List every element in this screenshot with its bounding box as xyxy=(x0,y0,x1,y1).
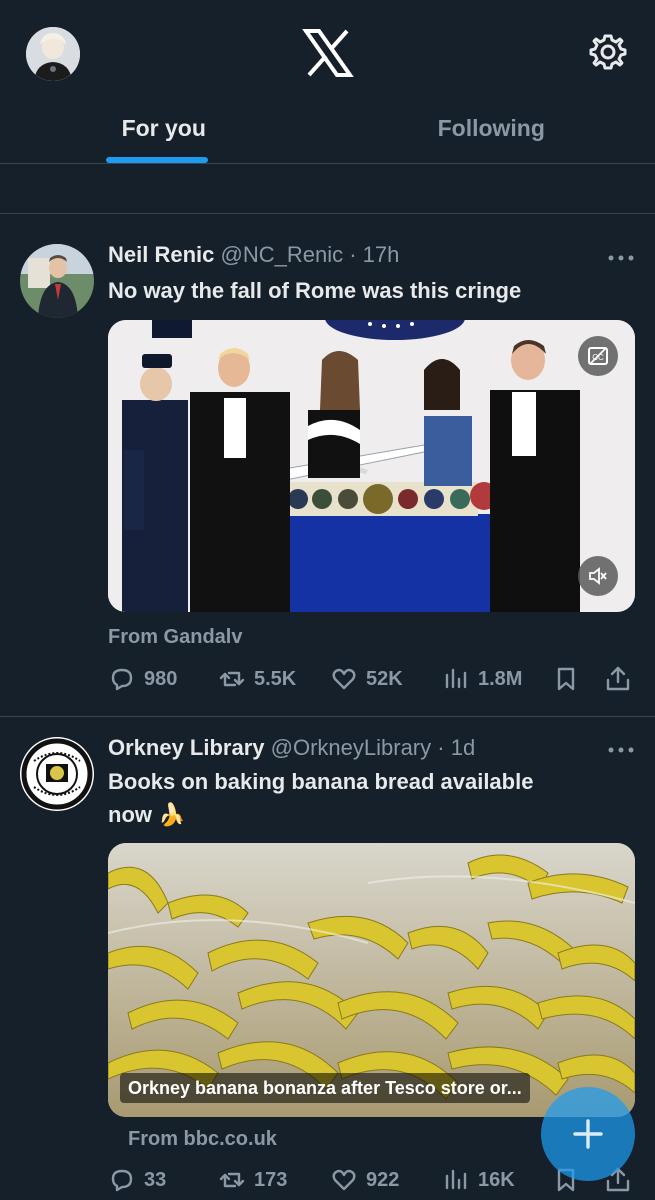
heart-icon xyxy=(332,1169,356,1191)
tweet-time[interactable]: 1d xyxy=(451,735,475,760)
tab-following-label: Following xyxy=(437,114,545,141)
bookmark-button[interactable] xyxy=(552,662,580,696)
repost-icon xyxy=(219,671,245,687)
reply-count: 980 xyxy=(144,667,178,690)
author-avatar[interactable] xyxy=(20,737,94,811)
separator-dot: · xyxy=(437,735,445,760)
tweet-text: No way the fall of Rome was this cringe xyxy=(108,278,522,303)
x-logo-icon[interactable] xyxy=(300,28,356,78)
bookmark-icon xyxy=(557,667,575,691)
mute-icon[interactable] xyxy=(578,556,618,596)
tweet[interactable]: Neil Renic @NC_Renic · 17h No way the fa… xyxy=(0,214,655,716)
heart-icon xyxy=(332,668,356,690)
tweet-actions: 980 5.5K 52K 1.8M xyxy=(108,662,635,696)
profile-avatar[interactable] xyxy=(26,27,80,81)
author-handle[interactable]: @OrkneyLibrary xyxy=(271,735,432,760)
tweet-text-line: now 🍌 xyxy=(108,802,186,827)
like-count: 922 xyxy=(366,1168,400,1191)
tab-for-you-label: For you xyxy=(121,114,206,141)
tweet-text-line: Books on baking banana bread available xyxy=(108,769,534,794)
views-count: 16K xyxy=(478,1168,515,1191)
source-attribution[interactable]: From bbc.co.uk xyxy=(128,1128,277,1151)
author-handle[interactable]: @NC_Renic xyxy=(221,242,344,267)
share-icon xyxy=(606,666,630,691)
reply-button[interactable]: 33 xyxy=(108,1163,166,1197)
like-button[interactable]: 52K xyxy=(330,662,403,696)
views-count: 1.8M xyxy=(478,667,523,690)
repost-count: 5.5K xyxy=(254,667,297,690)
link-card-caption: Orkney banana bonanza after Tesco store … xyxy=(120,1073,530,1103)
separator-dot: · xyxy=(349,242,357,267)
captions-icon[interactable]: CC xyxy=(578,336,618,376)
tweet-header: Neil Renic @NC_Renic · 17h xyxy=(108,242,399,268)
repost-button[interactable]: 173 xyxy=(218,1163,287,1197)
views-button[interactable]: 1.8M xyxy=(442,662,522,696)
views-icon xyxy=(445,668,467,689)
plus-icon xyxy=(573,1119,603,1149)
more-options-icon[interactable] xyxy=(606,251,636,265)
link-card[interactable]: Orkney banana bonanza after Tesco store … xyxy=(108,843,635,1117)
like-button[interactable]: 922 xyxy=(330,1163,399,1197)
top-bar: For you Following xyxy=(0,0,655,164)
source-attribution[interactable]: From Gandalv xyxy=(108,626,242,649)
author-name[interactable]: Neil Renic xyxy=(108,242,214,267)
tab-for-you[interactable]: For you xyxy=(0,92,328,164)
reply-count: 33 xyxy=(144,1168,167,1191)
gear-icon[interactable] xyxy=(586,30,630,74)
tweet-header: Orkney Library @OrkneyLibrary · 1d xyxy=(108,735,475,761)
reply-button[interactable]: 980 xyxy=(108,662,177,696)
repost-icon xyxy=(219,1172,245,1188)
feed-tabs: For you Following xyxy=(0,92,655,164)
compose-button[interactable] xyxy=(541,1087,635,1181)
author-avatar[interactable] xyxy=(20,244,94,318)
like-count: 52K xyxy=(366,667,403,690)
views-icon xyxy=(445,1169,467,1190)
tweet-text: Books on baking banana bread available n… xyxy=(108,765,628,831)
tweet-time[interactable]: 17h xyxy=(363,242,400,267)
reply-icon xyxy=(111,1169,133,1192)
video-media[interactable]: CC xyxy=(108,320,635,612)
active-tab-indicator xyxy=(106,157,208,163)
repost-button[interactable]: 5.5K xyxy=(218,662,296,696)
author-name[interactable]: Orkney Library xyxy=(108,735,265,760)
reply-icon xyxy=(111,668,133,691)
views-button[interactable]: 16K xyxy=(442,1163,515,1197)
more-options-icon[interactable] xyxy=(606,743,636,757)
repost-count: 173 xyxy=(254,1168,288,1191)
share-button[interactable] xyxy=(604,662,632,696)
tab-following[interactable]: Following xyxy=(328,92,655,164)
